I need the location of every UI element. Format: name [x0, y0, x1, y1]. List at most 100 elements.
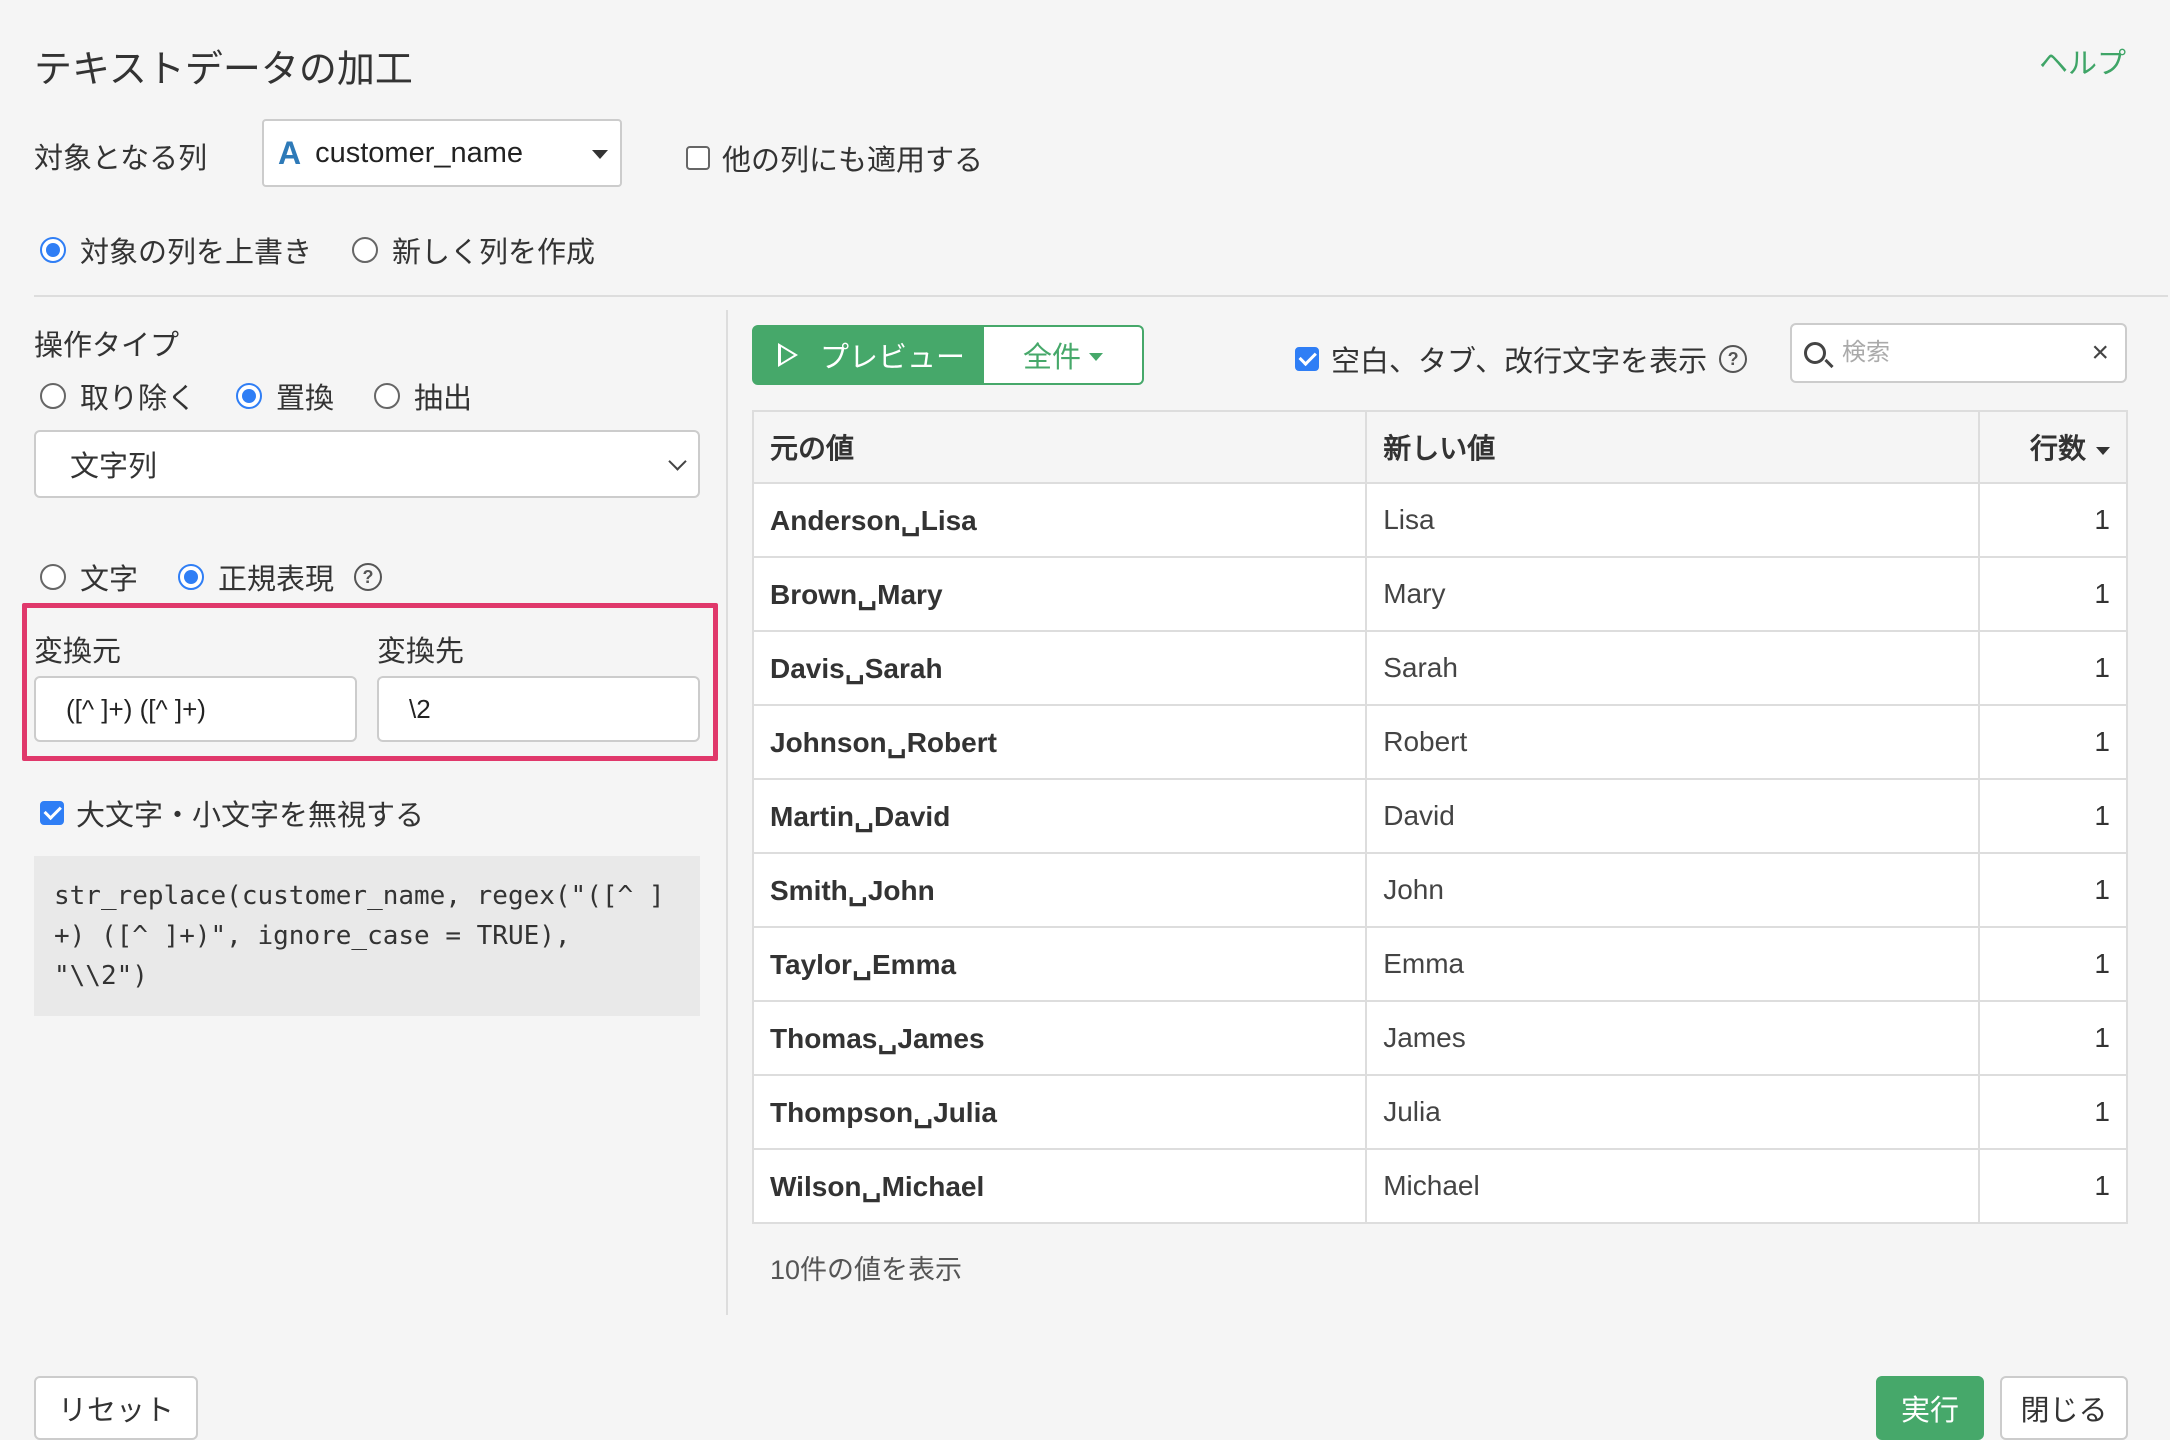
cell-original: Johnson␣Robert	[751, 704, 1368, 780]
table-row: Thomas␣James James 1	[751, 1000, 2128, 1076]
extract-label: 抽出	[414, 383, 473, 415]
cell-count: 1	[1978, 1000, 2128, 1076]
ignore-case-option[interactable]: 大文字・小文字を無視する	[40, 792, 424, 834]
help-icon[interactable]: ?	[1719, 345, 1748, 373]
target-column-select[interactable]: A customer_name	[262, 119, 622, 187]
cell-original: Taylor␣Emma	[751, 926, 1368, 1002]
cell-count: 1	[1978, 704, 2128, 780]
target-column-value: customer_name	[315, 136, 524, 169]
replace-from-label: 変換元	[34, 636, 122, 668]
show-whitespace-checkbox[interactable]	[1295, 347, 1319, 371]
replace-option[interactable]: 置換	[236, 375, 334, 417]
char-radio[interactable]	[40, 564, 66, 590]
target-type-select[interactable]: 文字列	[34, 430, 700, 498]
replace-radio[interactable]	[236, 383, 263, 409]
overwrite-option[interactable]: 対象の列を上書き	[40, 229, 312, 271]
extract-radio[interactable]	[374, 383, 401, 409]
cell-count: 1	[1978, 852, 2128, 928]
operation-type-group: 取り除く 置換 抽出	[40, 375, 512, 417]
preview-button-group: プレビュー 全件	[752, 325, 1144, 385]
remove-option[interactable]: 取り除く	[40, 375, 196, 417]
apply-other-label: 他の列にも適用する	[722, 145, 984, 177]
close-button[interactable]: 閉じる	[2000, 1376, 2128, 1440]
apply-other-checkbox[interactable]	[686, 146, 710, 170]
table-header-row: 元の値 新しい値 行数	[751, 410, 2128, 484]
cell-count: 1	[1978, 1074, 2128, 1150]
search-box: ×	[1790, 323, 2127, 383]
generated-code: str_replace(customer_name, regex("([^ ]+…	[34, 856, 700, 1016]
table-row: Smith␣John John 1	[751, 852, 2128, 928]
cell-new: Michael	[1365, 1148, 1981, 1224]
table-row: Anderson␣Lisa Lisa 1	[751, 482, 2128, 558]
remove-label: 取り除く	[80, 383, 197, 415]
cell-count: 1	[1978, 926, 2128, 1002]
preview-label: プレビュー	[820, 342, 966, 374]
output-mode-group: 対象の列を上書き 新しく列を作成	[40, 229, 635, 271]
show-whitespace-option[interactable]: 空白、タブ、改行文字を表示 ?	[1295, 338, 1748, 380]
operation-type-label: 操作タイプ	[34, 330, 180, 362]
replace-to-input[interactable]: \2	[377, 676, 700, 742]
regex-option[interactable]: 正規表現	[178, 556, 334, 598]
run-button[interactable]: 実行	[1876, 1376, 1984, 1440]
cell-original: Smith␣John	[751, 852, 1368, 928]
cell-count: 1	[1978, 482, 2128, 558]
apply-other-columns[interactable]: 他の列にも適用する	[686, 137, 983, 179]
replace-from-input[interactable]: ([^ ]+) ([^ ]+)	[34, 676, 357, 742]
cell-new: John	[1365, 852, 1981, 928]
preview-button[interactable]: プレビュー	[752, 325, 984, 385]
sort-caret-icon	[2096, 446, 2110, 455]
target-column-label: 対象となる列	[34, 143, 208, 175]
reset-button[interactable]: リセット	[34, 1376, 198, 1440]
cell-original: Davis␣Sarah	[751, 630, 1368, 706]
search-input[interactable]	[1842, 339, 2062, 367]
replace-to-label: 変換先	[377, 636, 465, 668]
cell-count: 1	[1978, 556, 2128, 632]
text-type-icon: A	[278, 134, 302, 171]
header-original[interactable]: 元の値	[751, 410, 1368, 484]
char-option[interactable]: 文字	[40, 556, 138, 598]
table-row: Thompson␣Julia Julia 1	[751, 1074, 2128, 1150]
cell-new: Sarah	[1365, 630, 1981, 706]
cell-new: Lisa	[1365, 482, 1981, 558]
cell-new: Emma	[1365, 926, 1981, 1002]
table-row: Brown␣Mary Mary 1	[751, 556, 2128, 632]
char-label: 文字	[80, 564, 139, 596]
extract-option[interactable]: 抽出	[374, 375, 472, 417]
regex-label: 正規表現	[218, 564, 335, 596]
replace-label: 置換	[276, 383, 335, 415]
new-column-option[interactable]: 新しく列を作成	[352, 229, 595, 271]
search-icon	[1804, 342, 1826, 364]
help-link[interactable]: ヘルプ	[2039, 40, 2126, 82]
cell-new: Mary	[1365, 556, 1981, 632]
table-row: Johnson␣Robert Robert 1	[751, 704, 2128, 780]
chevron-down-icon	[668, 452, 687, 471]
text-process-dialog: テキストデータの加工 ヘルプ 対象となる列 A customer_name 他の…	[0, 0, 2170, 1440]
cell-original: Brown␣Mary	[751, 556, 1368, 632]
divider	[34, 295, 2168, 297]
cell-count: 1	[1978, 1148, 2128, 1224]
cell-original: Thompson␣Julia	[751, 1074, 1368, 1150]
overwrite-label: 対象の列を上書き	[80, 237, 313, 269]
header-count[interactable]: 行数	[1978, 410, 2128, 484]
show-whitespace-label: 空白、タブ、改行文字を表示	[1331, 346, 1708, 378]
remove-radio[interactable]	[40, 383, 66, 409]
regex-radio[interactable]	[178, 564, 205, 590]
header-new[interactable]: 新しい値	[1365, 410, 1981, 484]
close-icon[interactable]: ×	[2091, 338, 2109, 368]
caret-down-icon	[592, 150, 608, 159]
overwrite-radio[interactable]	[40, 237, 66, 263]
new-column-label: 新しく列を作成	[392, 237, 596, 269]
cell-count: 1	[1978, 778, 2128, 854]
ignore-case-checkbox[interactable]	[40, 801, 64, 825]
caret-down-icon	[1089, 353, 1103, 361]
all-rows-label: 全件	[1022, 342, 1081, 374]
table-row: Davis␣Sarah Sarah 1	[751, 630, 2128, 706]
cell-count: 1	[1978, 630, 2128, 706]
table-row: Wilson␣Michael Michael 1	[751, 1148, 2128, 1224]
table-row: Martin␣David David 1	[751, 778, 2128, 854]
cell-new: David	[1365, 778, 1981, 854]
new-column-radio[interactable]	[352, 237, 379, 263]
header-count-label: 行数	[2029, 433, 2086, 464]
help-icon[interactable]: ?	[354, 563, 383, 591]
all-rows-dropdown[interactable]: 全件	[984, 325, 1144, 385]
